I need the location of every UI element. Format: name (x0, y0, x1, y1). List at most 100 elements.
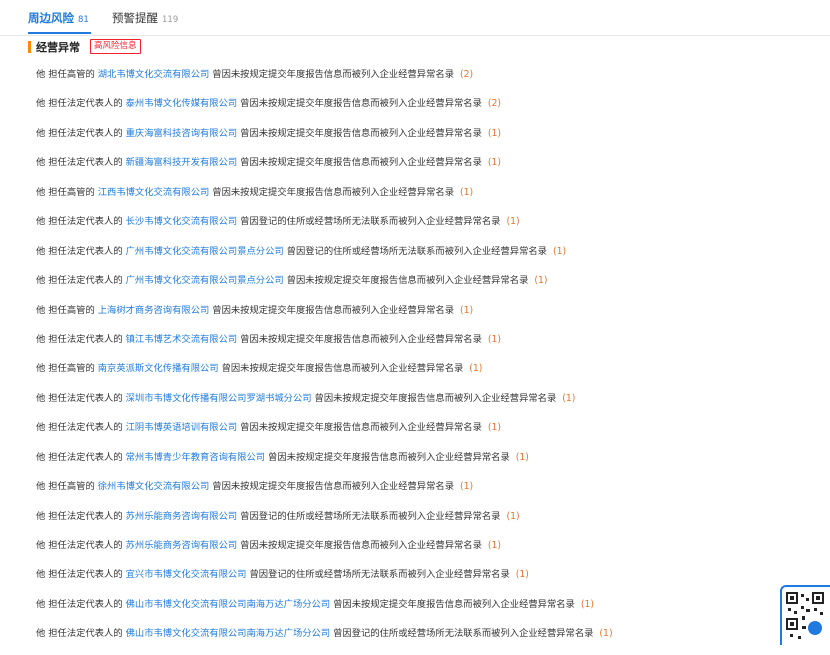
qr-code-icon[interactable] (780, 585, 830, 645)
occurrence-count: (1) (552, 245, 567, 257)
risk-description: 曾因登记的住所或经营场所无法联系而被列入企业经营异常名录 (240, 510, 501, 522)
occurrence-count: (1) (459, 481, 474, 493)
occurrence-count: (1) (506, 216, 520, 228)
company-link[interactable]: 南京英派斯文化传播有限公司 (98, 363, 219, 374)
role-prefix: 他 担任法定代表人的 (36, 422, 123, 434)
company-link[interactable]: 湖北韦博文化交流有限公司 (98, 69, 210, 80)
company-link[interactable]: 镇江韦博艺术交流有限公司 (126, 334, 238, 345)
occurrence-count: (1) (487, 157, 502, 169)
company-link[interactable]: 泰州韦博文化传媒有限公司 (126, 98, 238, 109)
list-item: 他 担任法定代表人的 江阴韦博英语培训有限公司 曾因未按规定提交年度报告信息而被… (36, 419, 613, 448)
list-item: 他 担任法定代表人的 佛山市韦博文化交流有限公司南海万达广场分公司 曾因未按规定… (36, 596, 613, 625)
risk-description: 曾因未按规定提交年度报告信息而被列入企业经营异常名录 (212, 186, 454, 198)
role-prefix: 他 担任法定代表人的 (36, 275, 123, 287)
occurrence-count: (1) (515, 569, 529, 581)
list-item: 他 担任法定代表人的 广州韦博文化交流有限公司景点分公司 曾因登记的住所或经营场… (36, 243, 613, 272)
company-link[interactable]: 苏州乐能商务咨询有限公司 (126, 540, 238, 551)
occurrence-count: (1) (459, 186, 474, 198)
role-prefix: 他 担任法定代表人的 (36, 628, 123, 640)
company-link[interactable]: 苏州乐能商务咨询有限公司 (126, 511, 238, 522)
section-title: 经营异常 (36, 41, 80, 54)
company-link[interactable]: 江西韦博文化交流有限公司 (98, 187, 210, 198)
role-prefix: 他 担任高管的 (36, 69, 95, 80)
risk-description: 曾因未按规定提交年度报告信息而被列入企业经营异常名录 (240, 422, 482, 434)
risk-description: 曾因未按规定提交年度报告信息而被列入企业经营异常名录 (240, 157, 482, 169)
list-item: 他 担任法定代表人的 镇江韦博艺术交流有限公司 曾因未按规定提交年度报告信息而被… (36, 331, 613, 360)
role-prefix: 他 担任法定代表人的 (36, 510, 123, 522)
risk-description: 曾因登记的住所或经营场所无法联系而被列入企业经营异常名录 (333, 628, 594, 640)
risk-description: 曾因未按规定提交年度报告信息而被列入企业经营异常名录 (221, 363, 464, 375)
company-link[interactable]: 深圳市韦博文化传播有限公司罗湖书城分公司 (126, 393, 312, 404)
role-prefix: 他 担任法定代表人的 (36, 333, 123, 345)
risk-description: 曾因未按规定提交年度报告信息而被列入企业经营异常名录 (240, 127, 482, 139)
occurrence-count: (1) (469, 363, 483, 375)
company-link[interactable]: 广州韦博文化交流有限公司景点分公司 (126, 246, 284, 257)
section-accent-bar (28, 41, 31, 53)
risk-description: 曾因登记的住所或经营场所无法联系而被列入企业经营异常名录 (240, 216, 501, 228)
company-link[interactable]: 佛山市韦博文化交流有限公司南海万达广场分公司 (126, 599, 331, 610)
list-item: 他 担任高管的 徐州韦博文化交流有限公司 曾因未按规定提交年度报告信息而被列入企… (36, 478, 613, 507)
risk-description: 曾因未按规定提交年度报告信息而被列入企业经营异常名录 (240, 540, 482, 551)
risk-description: 曾因未按规定提交年度报告信息而被列入企业经营异常名录 (212, 481, 454, 493)
list-item: 他 担任法定代表人的 宜兴市韦博文化交流有限公司 曾因登记的住所或经营场所无法联… (36, 566, 613, 595)
occurrence-count: (1) (487, 540, 502, 551)
tab-count: 81 (78, 15, 89, 25)
occurrence-count: (1) (599, 628, 613, 640)
list-item: 他 担任法定代表人的 苏州乐能商务咨询有限公司 曾因未按规定提交年度报告信息而被… (36, 537, 613, 566)
role-prefix: 他 担任高管的 (36, 481, 95, 493)
risk-description: 曾因未按规定提交年度报告信息而被列入企业经营异常名录 (212, 304, 454, 316)
list-item: 他 担任法定代表人的 苏州乐能商务咨询有限公司 曾因登记的住所或经营场所无法联系… (36, 508, 613, 537)
list-item: 他 担任法定代表人的 新疆海富科技开发有限公司 曾因未按规定提交年度报告信息而被… (36, 154, 613, 183)
company-link[interactable]: 重庆海富科技咨询有限公司 (126, 128, 238, 139)
company-link[interactable]: 新疆海富科技开发有限公司 (126, 157, 238, 168)
occurrence-count: (1) (487, 422, 502, 434)
list-item: 他 担任法定代表人的 长沙韦博文化交流有限公司 曾因登记的住所或经营场所无法联系… (36, 213, 613, 242)
role-prefix: 他 担任高管的 (36, 363, 95, 375)
company-link[interactable]: 徐州韦博文化交流有限公司 (98, 481, 210, 492)
risk-description: 曾因未按规定提交年度报告信息而被列入企业经营异常名录 (314, 392, 557, 404)
list-item: 他 担任法定代表人的 佛山市韦博文化交流有限公司南海万达广场分公司 曾因登记的住… (36, 625, 613, 654)
tab-count: 119 (162, 15, 179, 25)
role-prefix: 他 担任法定代表人的 (36, 157, 123, 169)
occurrence-count: (1) (459, 304, 474, 316)
qr-pattern (786, 592, 824, 639)
role-prefix: 他 担任法定代表人的 (36, 569, 123, 581)
tab-label: 预警提醒 (112, 11, 158, 25)
risk-description: 曾因未按规定提交年度报告信息而被列入企业经营异常名录 (212, 69, 454, 80)
list-item: 他 担任法定代表人的 常州韦博青少年教育咨询有限公司 曾因未按规定提交年度报告信… (36, 449, 613, 478)
role-prefix: 他 担任法定代表人的 (36, 392, 123, 404)
company-link[interactable]: 佛山市韦博文化交流有限公司南海万达广场分公司 (126, 628, 331, 639)
occurrence-count: (1) (562, 392, 576, 404)
risk-description: 曾因未按规定提交年度报告信息而被列入企业经营异常名录 (333, 598, 575, 610)
company-link[interactable]: 长沙韦博文化交流有限公司 (126, 216, 238, 227)
role-prefix: 他 担任法定代表人的 (36, 598, 123, 610)
role-prefix: 他 担任法定代表人的 (36, 540, 123, 551)
company-link[interactable]: 广州韦博文化交流有限公司景点分公司 (126, 275, 284, 286)
risk-description: 曾因登记的住所或经营场所无法联系而被列入企业经营异常名录 (249, 569, 510, 581)
active-tab-indicator (28, 32, 91, 34)
occurrence-count: (1) (506, 510, 520, 522)
tab-label: 周边风险 (28, 11, 74, 25)
tab-surrounding-risk[interactable]: 周边风险 81 (28, 10, 89, 26)
occurrence-count: (2) (487, 98, 502, 110)
occurrence-count: (1) (534, 275, 548, 287)
occurrence-count: (1) (487, 333, 502, 345)
role-prefix: 他 担任法定代表人的 (36, 451, 123, 463)
list-item: 他 担任高管的 湖北韦博文化交流有限公司 曾因未按规定提交年度报告信息而被列入企… (36, 66, 613, 95)
company-link[interactable]: 上海树才商务咨询有限公司 (98, 305, 210, 316)
occurrence-count: (1) (515, 451, 529, 463)
tab-warning-reminder[interactable]: 预警提醒 119 (112, 10, 178, 26)
risk-description: 曾因登记的住所或经营场所无法联系而被列入企业经营异常名录 (286, 245, 547, 257)
risk-description: 曾因未按规定提交年度报告信息而被列入企业经营异常名录 (268, 451, 510, 463)
company-link[interactable]: 江阴韦博英语培训有限公司 (126, 422, 238, 433)
list-item: 他 担任法定代表人的 泰州韦博文化传媒有限公司 曾因未按规定提交年度报告信息而被… (36, 95, 613, 124)
company-link[interactable]: 宜兴市韦博文化交流有限公司 (126, 569, 247, 580)
list-item: 他 担任高管的 上海树才商务咨询有限公司 曾因未按规定提交年度报告信息而被列入企… (36, 302, 613, 331)
role-prefix: 他 担任法定代表人的 (36, 216, 123, 228)
risk-description: 曾因未按规定提交年度报告信息而被列入企业经营异常名录 (240, 333, 482, 345)
company-link[interactable]: 常州韦博青少年教育咨询有限公司 (126, 452, 265, 463)
list-item: 他 担任高管的 南京英派斯文化传播有限公司 曾因未按规定提交年度报告信息而被列入… (36, 360, 613, 389)
risk-badge: 高风险信息 (90, 39, 141, 54)
list-item: 他 担任高管的 江西韦博文化交流有限公司 曾因未按规定提交年度报告信息而被列入企… (36, 184, 613, 213)
role-prefix: 他 担任法定代表人的 (36, 245, 123, 257)
